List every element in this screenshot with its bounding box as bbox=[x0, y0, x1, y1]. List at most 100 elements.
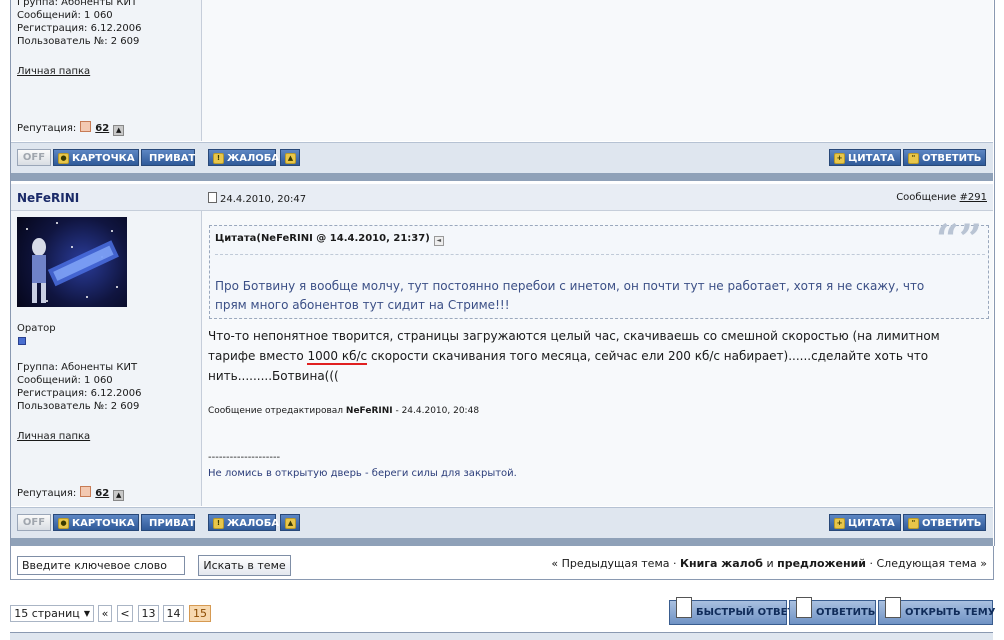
forum-link-a[interactable]: Книга жалоб bbox=[680, 557, 763, 570]
private-label: ПРИВАТ bbox=[149, 153, 196, 164]
current-page: 15 bbox=[189, 605, 211, 622]
quote-marks-icon: " bbox=[908, 518, 919, 529]
page-count-dropdown[interactable]: 15 страниц ▼ bbox=[10, 605, 94, 622]
post-icon bbox=[208, 192, 217, 203]
rep-minus-icon[interactable] bbox=[80, 486, 92, 497]
rank-pip-icon bbox=[18, 337, 26, 345]
post2-complaint-button[interactable]: ! ЖАЛОБА bbox=[208, 514, 280, 531]
post-separator bbox=[11, 538, 993, 546]
prev-page-button[interactable]: < bbox=[117, 605, 133, 622]
rep-minus-icon[interactable] bbox=[80, 121, 92, 132]
post1-private-button[interactable]: ПРИВАТ bbox=[141, 149, 195, 166]
nav-sep-2: · bbox=[865, 557, 877, 570]
complaint-label: ЖАЛОБА bbox=[227, 153, 280, 164]
prev-topic-link[interactable]: « Предыдущая тема bbox=[551, 557, 669, 570]
rep-plus-icon[interactable]: ▲ bbox=[113, 490, 125, 501]
post2-reply-button[interactable]: " ОТВЕТИТЬ bbox=[903, 514, 986, 531]
post2-rep-value[interactable]: 62 bbox=[95, 488, 109, 499]
post1-online-status: OFF bbox=[17, 149, 51, 166]
first-page-button[interactable]: « bbox=[98, 605, 112, 622]
post2-rank: Оратор bbox=[17, 323, 56, 334]
chevron-down-icon: ▼ bbox=[83, 609, 90, 618]
warning-icon: ! bbox=[213, 518, 224, 529]
edited-suffix: - 24.4.2010, 20:48 bbox=[392, 406, 480, 416]
edited-note: Сообщение отредактировал NeFeRINI - 24.4… bbox=[208, 406, 479, 416]
forum-link-b[interactable]: предложений bbox=[777, 557, 866, 570]
reply-label: ОТВЕТИТЬ bbox=[922, 153, 982, 164]
topic-search-button[interactable]: Искать в теме bbox=[198, 555, 291, 576]
page-link-13[interactable]: 13 bbox=[138, 605, 159, 622]
post2-online-status: OFF bbox=[17, 514, 51, 531]
post2-private-button[interactable]: ПРИВАТ bbox=[141, 514, 195, 531]
body-line-2: тарифе вместо 1000 кб/с скорости скачива… bbox=[208, 346, 940, 366]
body-speed-highlight: 1000 кб/с bbox=[307, 349, 368, 365]
post2-message-text: Что-то непонятное творится, страницы заг… bbox=[208, 326, 940, 386]
post2-date: 24.4.2010, 20:47 bbox=[208, 192, 306, 205]
message-number-link[interactable]: #291 bbox=[960, 192, 987, 203]
warning-icon: ! bbox=[213, 153, 224, 164]
post1-rep-label: Репутация: bbox=[17, 123, 77, 134]
post2-user-no: Пользователь №: 2 609 bbox=[17, 401, 140, 412]
fast-reply-label: БЫСТРЫЙ ОТВЕТ bbox=[696, 607, 795, 618]
signature: Не ломись в открытую дверь - береги силы… bbox=[208, 468, 517, 479]
post1-body bbox=[202, 0, 993, 141]
post2-author[interactable]: NeFeRINI bbox=[17, 191, 79, 205]
user-icon: ● bbox=[58, 153, 69, 164]
quote-text: Про Ботвину я вообще молчу, тут постоянн… bbox=[215, 277, 924, 315]
post1-reply-button[interactable]: " ОТВЕТИТЬ bbox=[903, 149, 986, 166]
post1-group: Группа: Абоненты КИТ bbox=[17, 0, 138, 8]
quote-line-2: прям много абонентов тут сидит на Стриме… bbox=[215, 298, 510, 312]
post1-user-info: Группа: Абоненты КИТ Сообщений: 1 060 Ре… bbox=[17, 0, 142, 48]
post1-registered: Регистрация: 6.12.2006 bbox=[17, 23, 142, 34]
post1-messages: Сообщений: 1 060 bbox=[17, 10, 113, 21]
topic-search-input[interactable] bbox=[17, 556, 185, 575]
post2-registered: Регистрация: 6.12.2006 bbox=[17, 388, 142, 399]
reply-icon bbox=[796, 597, 812, 618]
post1-reputation: Репутация: 62 ▲ bbox=[17, 121, 128, 136]
edited-user: NeFeRINI bbox=[345, 406, 393, 416]
new-topic-icon bbox=[885, 597, 901, 618]
private-label: ПРИВАТ bbox=[149, 518, 196, 529]
quote-header: Цитата(NeFeRINI @ 14.4.2010, 21:37) ◄ bbox=[215, 233, 444, 246]
post2-card-button[interactable]: ● КАРТОЧКА bbox=[53, 514, 139, 531]
post2-reputation: Репутация: 62 ▲ bbox=[17, 486, 128, 501]
post2-scroll-top-button[interactable]: ▲ bbox=[280, 514, 300, 531]
topic-navigation: « Предыдущая тема · Книга жалоб и предло… bbox=[551, 557, 987, 570]
body-line-2c: скорости скачивания того месяца, сейчас … bbox=[367, 349, 929, 363]
post1-folder-link[interactable]: Личная папка bbox=[17, 66, 90, 77]
post1-card-button[interactable]: ● КАРТОЧКА bbox=[53, 149, 139, 166]
post2-message-number: Сообщение #291 bbox=[896, 192, 987, 203]
user-icon: ● bbox=[58, 518, 69, 529]
post1-quote-button[interactable]: + ЦИТАТА bbox=[829, 149, 901, 166]
post2-folder-link[interactable]: Личная папка bbox=[17, 431, 90, 442]
new-topic-button[interactable]: ОТКРЫТЬ ТЕМУ bbox=[878, 597, 995, 625]
fast-reply-icon bbox=[676, 597, 692, 618]
go-to-quote-icon[interactable]: ◄ bbox=[433, 236, 444, 246]
quote-header-text: Цитата(NeFeRINI @ 14.4.2010, 21:37) bbox=[215, 233, 430, 244]
post2-quote-button[interactable]: + ЦИТАТА bbox=[829, 514, 901, 531]
post1-complaint-button[interactable]: ! ЖАЛОБА bbox=[208, 149, 280, 166]
reply-button[interactable]: ОТВЕТИТЬ bbox=[789, 597, 876, 625]
body-line-3: нить.........Ботвина((( bbox=[208, 369, 339, 383]
post2-user-info: Группа: Абоненты КИТ Сообщений: 1 060 Ре… bbox=[17, 361, 142, 413]
post2-group: Группа: Абоненты КИТ bbox=[17, 362, 138, 373]
post1-rep-value[interactable]: 62 bbox=[95, 123, 109, 134]
page-link-14[interactable]: 14 bbox=[163, 605, 184, 622]
post1-scroll-top-button[interactable]: ▲ bbox=[280, 149, 300, 166]
post2-rep-label: Репутация: bbox=[17, 488, 77, 499]
body-line-2a: тарифе вместо bbox=[208, 349, 308, 363]
complaint-label: ЖАЛОБА bbox=[227, 518, 280, 529]
fast-reply-button[interactable]: БЫСТРЫЙ ОТВЕТ bbox=[669, 597, 794, 625]
signature-divider: -------------------- bbox=[208, 452, 281, 463]
nav-sep-1: · bbox=[669, 557, 680, 570]
quote-label: ЦИТАТА bbox=[848, 518, 895, 529]
post-separator bbox=[11, 173, 993, 181]
body-line-1: Что-то непонятное творится, страницы заг… bbox=[208, 329, 940, 343]
post1-user-no: Пользователь №: 2 609 bbox=[17, 36, 140, 47]
post2-date-text: 24.4.2010, 20:47 bbox=[220, 194, 307, 205]
avatar-art bbox=[26, 222, 119, 303]
quote-block: Цитата(NeFeRINI @ 14.4.2010, 21:37) ◄ “” … bbox=[209, 220, 989, 319]
avatar bbox=[17, 217, 127, 307]
rep-plus-icon[interactable]: ▲ bbox=[113, 125, 125, 136]
next-topic-link[interactable]: Следующая тема » bbox=[876, 557, 987, 570]
